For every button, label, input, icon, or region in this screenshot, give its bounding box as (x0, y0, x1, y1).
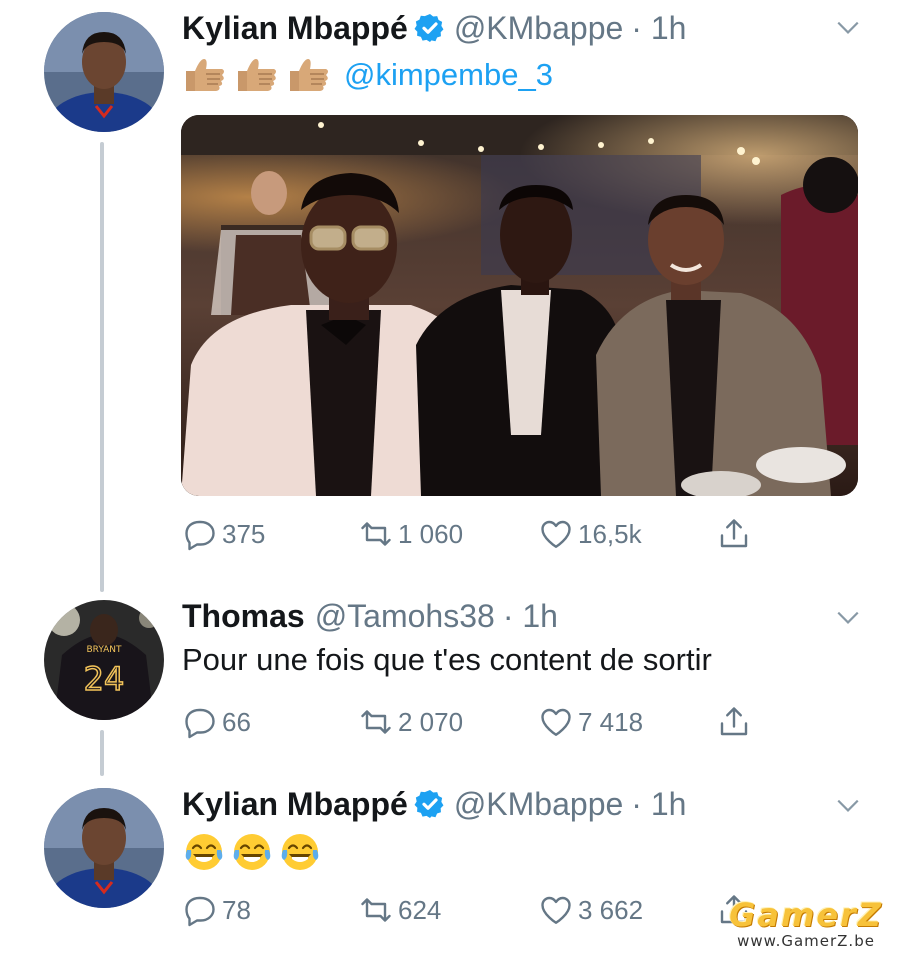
chevron-down-icon[interactable] (835, 604, 861, 630)
reply-count: 78 (222, 894, 251, 925)
avatar[interactable] (44, 12, 164, 132)
thumbs-emoji-icon (182, 55, 332, 95)
retweet-button[interactable]: 1 060 (358, 514, 463, 554)
reply-button[interactable]: 375 (182, 514, 265, 554)
reply-icon (182, 704, 218, 740)
heart-icon (538, 704, 574, 740)
share-button[interactable] (716, 702, 756, 742)
chevron-down-icon[interactable] (835, 14, 861, 40)
reply-button[interactable]: 66 (182, 702, 251, 742)
tweet-actions: 66 2 070 7 418 (182, 702, 782, 742)
like-count: 16,5k (578, 518, 642, 549)
tweet-actions: 78 624 3 662 (182, 890, 782, 930)
author-handle[interactable]: @KMbappe (454, 786, 623, 823)
author-handle[interactable]: @Tamohs38 (315, 598, 495, 635)
author-name[interactable]: Thomas (182, 598, 305, 635)
like-count: 7 418 (578, 706, 644, 737)
tweet-body: @kimpembe_3 (182, 52, 553, 98)
tweet-emoji-text (182, 830, 322, 874)
chevron-down-icon[interactable] (835, 792, 861, 818)
reply-icon (182, 892, 218, 928)
share-icon (716, 516, 752, 552)
reply-count: 375 (222, 518, 266, 549)
share-button[interactable] (716, 514, 756, 554)
tears-of-joy-emoji-icon (278, 830, 322, 874)
reply-count: 66 (222, 706, 251, 737)
tears-of-joy-emoji-icon (182, 830, 226, 874)
tweet-header: Kylian Mbappé @KMbappe · 1h (182, 6, 686, 50)
author-name[interactable]: Kylian Mbappé (182, 786, 408, 823)
verified-badge-icon (414, 12, 446, 44)
retweet-icon (358, 516, 394, 552)
tweet-text: Pour une fois que t'es content de sortir (182, 642, 712, 677)
tweet-time: · 1h (631, 785, 687, 822)
heart-icon (538, 892, 574, 928)
share-icon (716, 704, 752, 740)
retweet-count: 2 070 (398, 706, 464, 737)
author-name[interactable]: Kylian Mbappé (182, 10, 408, 47)
tweet-actions: 375 1 060 16,5k (182, 514, 782, 554)
retweet-icon (358, 704, 394, 740)
heart-icon (538, 516, 574, 552)
tears-of-joy-emoji-icon (230, 830, 274, 874)
like-button[interactable]: 7 418 (538, 702, 643, 742)
tweet-time: · 1h (502, 597, 558, 634)
tweet-header: Thomas @Tamohs38 · 1h (182, 594, 558, 638)
jersey-number: 24 (84, 660, 125, 698)
like-count: 3 662 (578, 894, 644, 925)
svg-text:BRYANT: BRYANT (86, 645, 122, 655)
retweet-button[interactable]: 2 070 (358, 702, 463, 742)
mention-link[interactable]: @kimpembe_3 (344, 57, 553, 93)
reply-icon (182, 516, 218, 552)
tweet-2[interactable]: BRYANT 24 Thomas @Tamohs38 · 1h Pour une… (0, 590, 903, 770)
like-button[interactable]: 16,5k (538, 514, 642, 554)
watermark-url: www.GamerZ.be (737, 932, 875, 950)
tweet-time: · 1h (631, 9, 687, 46)
reply-button[interactable]: 78 (182, 890, 251, 930)
watermark-logo: GamerZ (729, 896, 883, 934)
retweet-button[interactable]: 624 (358, 890, 441, 930)
verified-badge-icon (414, 788, 446, 820)
watermark: GamerZ www.GamerZ.be (729, 898, 883, 950)
tweet-photo[interactable] (181, 115, 858, 496)
avatar[interactable] (44, 788, 164, 908)
tweet-header: Kylian Mbappé @KMbappe · 1h (182, 782, 686, 826)
retweet-count: 1 060 (398, 518, 464, 549)
like-button[interactable]: 3 662 (538, 890, 643, 930)
author-handle[interactable]: @KMbappe (454, 10, 623, 47)
tweet-1[interactable]: Kylian Mbappé @KMbappe · 1h @kimpembe_3 (0, 0, 903, 590)
avatar[interactable]: BRYANT 24 (44, 600, 164, 720)
retweet-icon (358, 892, 394, 928)
retweet-count: 624 (398, 894, 442, 925)
